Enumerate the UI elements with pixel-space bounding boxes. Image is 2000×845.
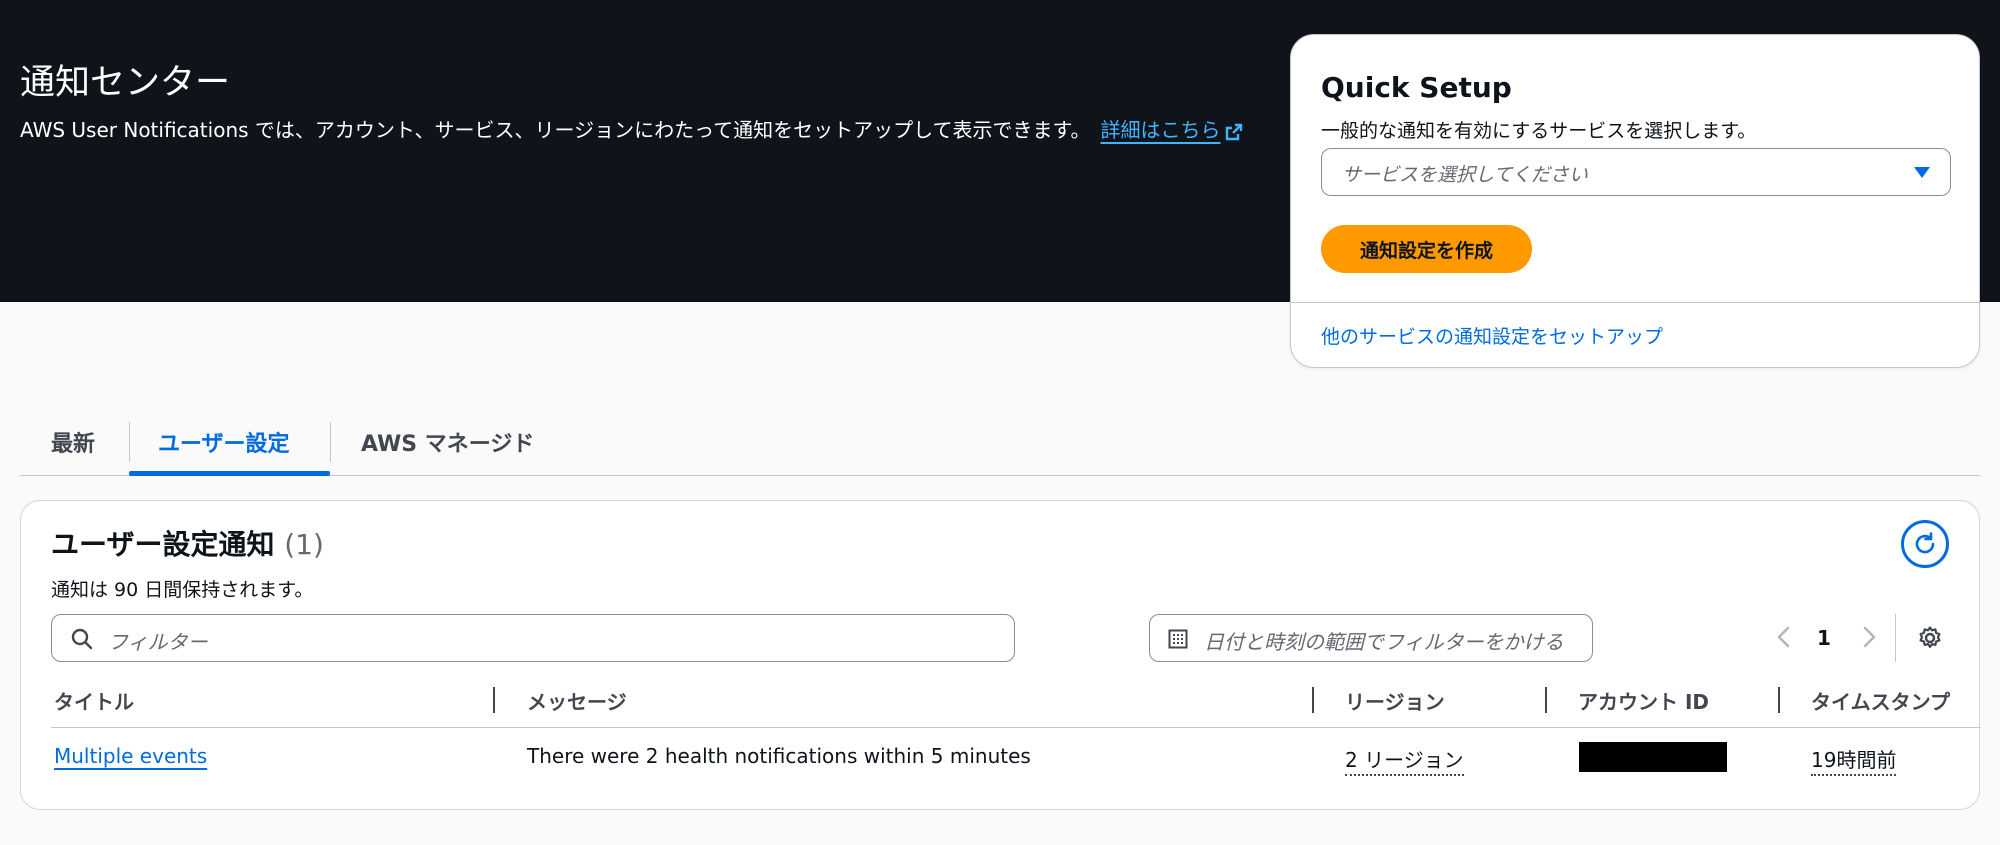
tab-separator bbox=[129, 422, 130, 462]
column-resizer[interactable] bbox=[1312, 687, 1314, 713]
create-notification-config-button[interactable]: 通知設定を作成 bbox=[1321, 225, 1532, 273]
timestamp[interactable]: 19時間前 bbox=[1811, 748, 1897, 776]
notification-message: There were 2 health notifications within… bbox=[527, 744, 1031, 768]
date-range-filter[interactable]: 日付と時刻の範囲でフィルターをかける bbox=[1149, 614, 1593, 662]
external-link-icon bbox=[1225, 123, 1242, 140]
setup-other-services-link[interactable]: 他のサービスの通知設定をセットアップ bbox=[1321, 322, 1663, 349]
refresh-button[interactable] bbox=[1901, 520, 1949, 568]
date-range-placeholder: 日付と時刻の範囲でフィルターをかける bbox=[1204, 630, 1564, 654]
page-description: AWS User Notifications では、アカウント、サービス、リージ… bbox=[20, 114, 1243, 143]
service-select[interactable]: サービスを選択してください bbox=[1321, 148, 1951, 196]
quick-setup-panel: Quick Setup 一般的な通知を有効にするサービスを選択します。 サービス… bbox=[1290, 34, 1980, 368]
tab-separator bbox=[330, 422, 331, 462]
column-header-account-id[interactable]: アカウント ID bbox=[1578, 686, 1709, 715]
panel-title-text: ユーザー設定通知 bbox=[51, 528, 275, 561]
filter-placeholder: フィルター bbox=[108, 630, 208, 654]
quick-setup-description: 一般的な通知を有効にするサービスを選択します。 bbox=[1321, 120, 1757, 142]
column-header-title[interactable]: タイトル bbox=[54, 686, 134, 715]
page-description-text: AWS User Notifications では、アカウント、サービス、リージ… bbox=[20, 118, 1091, 142]
caret-down-icon bbox=[1914, 167, 1930, 178]
table-header-divider bbox=[51, 727, 1981, 728]
redacted-account-id bbox=[1579, 742, 1727, 772]
column-header-region[interactable]: リージョン bbox=[1345, 686, 1445, 715]
service-select-placeholder: サービスを選択してください bbox=[1342, 164, 1588, 186]
page-number[interactable]: 1 bbox=[1817, 626, 1831, 650]
user-notifications-panel: ユーザー設定通知 (1) 通知は 90 日間保持されます。 フィルター 日付と時… bbox=[20, 500, 1981, 810]
column-resizer[interactable] bbox=[1778, 687, 1780, 713]
column-resizer[interactable] bbox=[493, 687, 495, 713]
filter-input[interactable]: フィルター bbox=[51, 614, 1015, 662]
chevron-left-icon[interactable] bbox=[1774, 625, 1794, 649]
notification-title-link[interactable]: Multiple events bbox=[54, 744, 207, 768]
panel-count: (1) bbox=[284, 528, 324, 561]
gear-icon[interactable] bbox=[1917, 625, 1943, 651]
tab-latest[interactable]: 最新 bbox=[51, 426, 95, 458]
region-count[interactable]: 2 リージョン bbox=[1345, 748, 1464, 776]
pagination-separator bbox=[1895, 614, 1896, 662]
tab-user-settings[interactable]: ユーザー設定 bbox=[158, 426, 290, 458]
panel-title: ユーザー設定通知 (1) bbox=[51, 523, 324, 563]
page-title: 通知センター bbox=[20, 63, 231, 103]
learn-more-label: 詳細はこちら bbox=[1100, 118, 1221, 142]
learn-more-link[interactable]: 詳細はこちら bbox=[1101, 118, 1243, 142]
tab-bar: 最新 ユーザー設定 AWS マネージド bbox=[20, 410, 1980, 476]
quick-setup-title: Quick Setup bbox=[1321, 71, 1512, 104]
refresh-icon bbox=[1915, 532, 1935, 554]
tab-aws-managed[interactable]: AWS マネージド bbox=[361, 426, 534, 458]
calendar-icon bbox=[1168, 629, 1188, 649]
column-header-message[interactable]: メッセージ bbox=[527, 686, 627, 715]
chevron-right-icon[interactable] bbox=[1859, 625, 1879, 649]
column-resizer[interactable] bbox=[1545, 687, 1547, 713]
active-tab-indicator bbox=[129, 471, 330, 476]
column-header-timestamp[interactable]: タイムスタンプ bbox=[1811, 686, 1950, 715]
retention-note: 通知は 90 日間保持されます。 bbox=[51, 579, 314, 601]
divider bbox=[1291, 302, 1979, 303]
search-icon bbox=[71, 628, 93, 650]
